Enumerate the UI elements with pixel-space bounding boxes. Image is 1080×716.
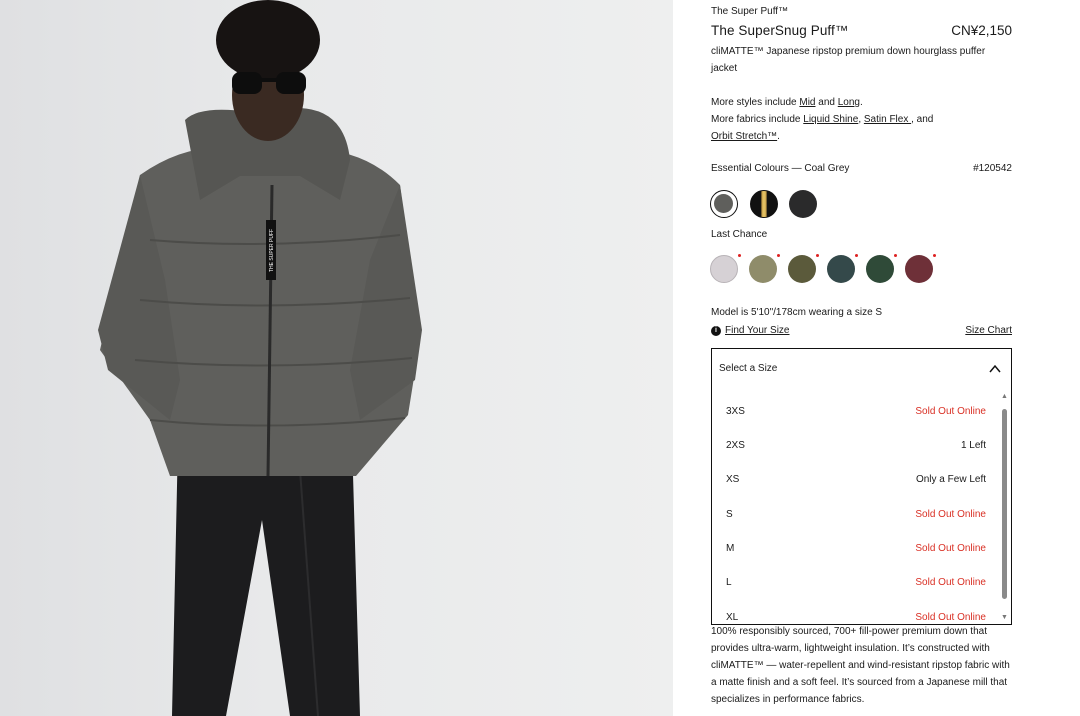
more-fabrics-sep2: , and <box>911 114 934 125</box>
size-option-status: Sold Out Online <box>915 577 986 588</box>
model-size-note: Model is 5'10"/178cm wearing a size S <box>711 307 883 318</box>
size-chart-link[interactable]: Size Chart <box>965 325 1012 336</box>
selected-colour-label: Essential Colours — Coal Grey <box>711 163 850 174</box>
size-option-status: Only a Few Left <box>915 474 986 485</box>
swatch-forest[interactable] <box>866 255 894 283</box>
swatch-black[interactable] <box>789 190 817 218</box>
swatch-olive[interactable] <box>788 255 816 283</box>
size-option-label: 2XS <box>726 440 745 451</box>
more-styles-line: More styles include Mid and Long. <box>711 94 1012 111</box>
fabric-link-orbit-stretch[interactable]: Orbit Stretch™ <box>711 131 777 142</box>
size-option[interactable]: XL Sold Out Online <box>712 602 997 624</box>
collection-name: The Super Puff™ <box>711 6 789 17</box>
product-description: cliMATTE™ Japanese ripstop premium down … <box>711 46 986 74</box>
size-option[interactable]: L Sold Out Online <box>712 567 997 601</box>
more-options: More styles include Mid and Long. More f… <box>711 94 1012 145</box>
last-chance-label: Last Chance <box>711 229 768 240</box>
more-styles-end: . <box>860 97 863 108</box>
info-icon: i <box>711 325 721 336</box>
size-option-status: 1 Left <box>960 440 986 451</box>
size-option[interactable]: 2XS 1 Left <box>712 430 997 464</box>
find-your-size-label: Find Your Size <box>725 325 790 336</box>
size-option-label: S <box>726 509 733 520</box>
last-chance-dot <box>816 254 819 257</box>
more-styles-prefix: More styles include <box>711 97 800 108</box>
jacket-brand-label: THE SUPER PUFF <box>269 229 275 272</box>
size-option[interactable]: XS Only a Few Left <box>712 464 997 498</box>
style-link-mid[interactable]: Mid <box>799 97 815 108</box>
model-wearing-jacket-illustration: THE SUPER PUFF <box>98 0 422 716</box>
size-option-status: Sold Out Online <box>915 406 986 417</box>
size-option-label: XL <box>726 612 739 623</box>
product-price: CN¥2,150 <box>951 23 1012 38</box>
product-details-text: 100% responsibly sourced, 700+ fill-powe… <box>711 626 1010 705</box>
product-photo: THE SUPER PUFF <box>0 0 673 716</box>
scroll-down-arrow-icon[interactable]: ▼ <box>1001 614 1008 621</box>
size-option-label: M <box>726 543 735 554</box>
swatch-lilac-grey[interactable] <box>710 255 738 283</box>
size-option[interactable]: 3XS Sold Out Online <box>712 396 997 430</box>
scrollbar-thumb[interactable] <box>1002 409 1007 599</box>
fabric-link-satin-flex[interactable]: Satin Flex <box>864 114 911 125</box>
swatch-black-gold[interactable] <box>750 190 778 218</box>
size-option-status: Sold Out Online <box>915 612 986 623</box>
size-select-label: Select a Size <box>719 363 778 374</box>
more-fabrics-end: . <box>777 131 780 142</box>
scroll-up-arrow-icon[interactable]: ▲ <box>1001 393 1008 400</box>
size-option[interactable]: M Sold Out Online <box>712 533 997 567</box>
swatch-deep-teal[interactable] <box>827 255 855 283</box>
last-chance-dot <box>777 254 780 257</box>
more-fabrics-prefix: More fabrics include <box>711 114 804 125</box>
find-your-size-link[interactable]: i Find Your Size <box>711 325 790 336</box>
size-option-label: L <box>726 577 732 588</box>
last-chance-dot <box>855 254 858 257</box>
size-list-scrollbar[interactable]: ▲ ▼ <box>1001 393 1008 621</box>
more-fabrics-line: More fabrics include Liquid Shine, Satin… <box>711 111 1012 145</box>
size-option-status: Sold Out Online <box>915 509 986 520</box>
chevron-up-icon[interactable] <box>989 363 1001 375</box>
size-option-label: 3XS <box>726 406 745 417</box>
fabric-link-liquid-shine[interactable]: Liquid Shine <box>803 114 858 125</box>
last-chance-dot <box>933 254 936 257</box>
size-option-label: XS <box>726 474 740 485</box>
swatch-sage[interactable] <box>749 255 777 283</box>
swatch-coal-grey[interactable] <box>710 190 738 218</box>
swatch-burgundy[interactable] <box>905 255 933 283</box>
style-number: #120542 <box>973 163 1012 174</box>
last-chance-dot <box>738 254 741 257</box>
size-select-dropdown[interactable]: Select a Size 3XS Sold Out Online 2XS 1 … <box>711 348 1012 625</box>
size-option-status: Sold Out Online <box>915 543 986 554</box>
size-option[interactable]: S Sold Out Online <box>712 499 997 533</box>
style-link-long[interactable]: Long <box>838 97 860 108</box>
more-styles-and: and <box>815 97 838 108</box>
product-title: The SuperSnug Puff™ <box>711 23 849 38</box>
last-chance-dot <box>894 254 897 257</box>
